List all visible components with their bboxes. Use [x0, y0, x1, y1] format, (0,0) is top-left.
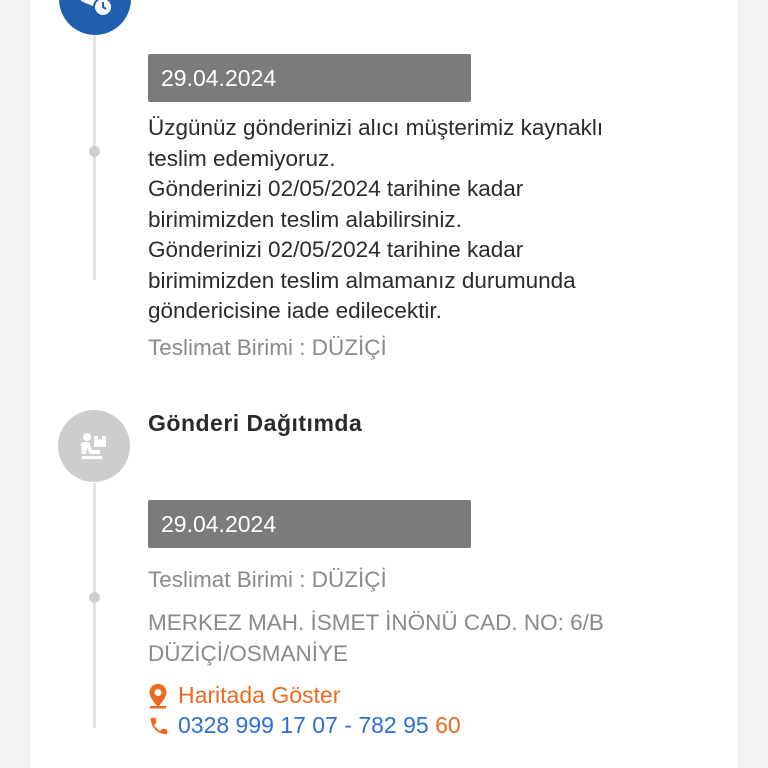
message-line: göndericisine iade edilecektir. — [148, 298, 442, 323]
message-line: teslim edemiyoruz. — [148, 145, 336, 171]
map-link-label: Haritada Göster — [178, 682, 341, 708]
phone-main: 0328 999 17 07 — [178, 712, 338, 738]
phone-separator: - — [337, 712, 359, 738]
timeline-dot — [89, 592, 100, 603]
show-on-map-link[interactable]: Haritada Göster — [148, 682, 340, 709]
phone-extension: 782 95 — [358, 712, 436, 738]
message-line: Üzgünüz gönderinizi alıcı müşterimiz kay… — [148, 115, 604, 140]
delivery-unit: Teslimat Birimi : DÜZİÇİ — [148, 335, 387, 360]
address-line: DÜZİÇİ/OSMANİYE — [148, 641, 349, 666]
event-title: Gönderi Dağıtımda — [148, 410, 363, 436]
timeline-line — [93, 483, 96, 728]
message-line: birimimizden teslim alabilirsiniz. — [148, 206, 462, 232]
map-pin-icon — [149, 683, 167, 708]
message-line: Gönderinizi 02/05/2024 tarihine kadar — [148, 176, 524, 201]
event-date-bar: 29.04.2024 — [148, 54, 471, 102]
address-line: MERKEZ MAH. İSMET İNÖNÜ CAD. NO: 6/B — [148, 610, 604, 635]
phone-number: 0328 999 17 07 - 782 95 60 — [178, 712, 461, 739]
phone-icon — [150, 717, 168, 734]
message-line: birimimizden teslim almamanız durumunda — [148, 267, 576, 293]
unit-address: MERKEZ MAH. İSMET İNÖNÜ CAD. NO: 6/B DÜZ… — [148, 607, 604, 669]
phone-link[interactable]: 0328 999 17 07 - 782 95 60 — [148, 712, 461, 739]
phone-extension-end: 60 — [435, 712, 461, 738]
event-message: Üzgünüz gönderinizi alıcı müşterimiz kay… — [148, 113, 708, 327]
event-date-bar: 29.04.2024 — [148, 500, 471, 548]
message-line: Gönderinizi 02/05/2024 tarihine kadar — [148, 237, 524, 262]
courier-package-icon — [58, 410, 130, 482]
timeline-line — [93, 35, 96, 280]
delivery-unit: Teslimat Birimi : DÜZİÇİ — [148, 567, 387, 592]
timeline-dot — [89, 146, 100, 157]
